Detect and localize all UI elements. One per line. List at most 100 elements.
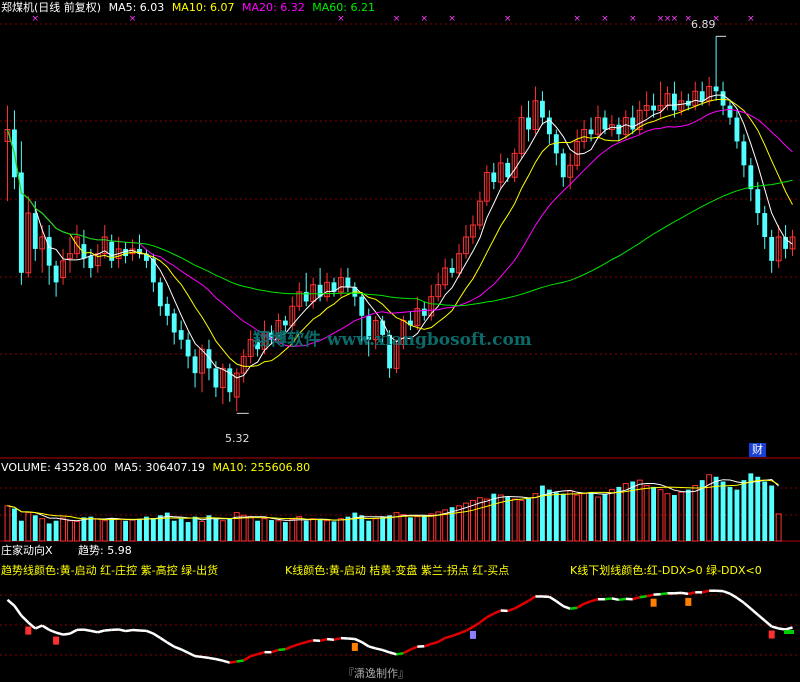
candle-body (18, 172, 24, 273)
trend-segment (375, 647, 383, 652)
indicator-name: 庄家动向X (1, 544, 53, 557)
kline-marker (469, 630, 476, 639)
volume-bar (275, 520, 282, 542)
trend-segment (278, 647, 286, 652)
trend-segment (514, 603, 523, 610)
volume-bar (560, 493, 566, 541)
signal-marker: × (129, 14, 137, 24)
trend-segment (507, 607, 516, 613)
trend-segment (326, 637, 335, 641)
trend-segment (152, 632, 161, 640)
trend-segment (34, 624, 43, 630)
volume-bar (671, 495, 677, 541)
volume-bar (338, 518, 344, 542)
trend-segment (493, 609, 502, 615)
trend-segment (570, 606, 578, 610)
trend-segment (722, 589, 731, 595)
trend-segment (118, 628, 126, 633)
trend-segment (250, 652, 258, 658)
candle-body (755, 189, 761, 214)
volume-bar (282, 522, 288, 541)
candle-body (762, 213, 768, 237)
volume-bar (199, 520, 205, 542)
trend-segment (361, 641, 370, 648)
volume-bar (46, 523, 52, 541)
volume-bar (261, 518, 268, 542)
signal-marker: × (573, 14, 581, 24)
trend-segment (555, 600, 564, 608)
trend-segment (750, 607, 759, 616)
volume-bar (67, 520, 73, 542)
volume-bar (588, 492, 594, 541)
legend-kline-colors: K线颜色:黄-启动 桔黄-变盘 紫兰-拐点 红-买点 (285, 564, 510, 577)
candle-body (213, 368, 219, 388)
candle-body (741, 141, 747, 166)
finance-badge[interactable]: 财 (749, 443, 766, 457)
volume-bar (664, 493, 671, 542)
trend-segment (681, 591, 689, 596)
trend-segment (354, 637, 363, 644)
trend-segment (180, 648, 189, 654)
candle-body (727, 105, 733, 118)
trend-segment (611, 597, 620, 602)
volume-bar (185, 522, 191, 541)
stock-chart-window: × × × × × × × × × × × × × × × × 郑煤机(日线 前复权) MA5: 6.03 M… (0, 0, 800, 682)
trend-segment (785, 626, 793, 631)
candle-body (734, 117, 740, 142)
signal-marker: × (393, 14, 401, 24)
candle-body (526, 117, 531, 130)
trend-segment (298, 640, 307, 646)
volume-title: VOLUME: 43528.00 (1, 461, 107, 474)
trend-segment (145, 629, 154, 635)
volume-bar (435, 511, 442, 542)
kline-marker (768, 630, 775, 639)
candle-body (602, 117, 608, 130)
ma60-value: MA60: 6.21 (312, 1, 375, 14)
volume-bar (81, 517, 87, 541)
trend-segment (222, 659, 231, 664)
trend-segment (104, 628, 112, 632)
legend-underline-colors: K线下划线颜色:红-DDX>0 绿-DDX<0 (570, 564, 762, 577)
volume-bar (39, 518, 46, 542)
trend-segment (590, 598, 599, 603)
volume-bar (317, 520, 323, 541)
volume-bar (741, 480, 747, 541)
trend-segment (48, 628, 57, 634)
volume-bar (414, 516, 421, 542)
kline-marker (25, 626, 32, 635)
trend-segment (527, 595, 537, 602)
volume-bar (567, 490, 574, 542)
trend-segment (465, 625, 474, 632)
volume-bar (74, 520, 80, 542)
candle-body (539, 100, 545, 118)
trend-segment (69, 628, 78, 635)
candle-body (616, 124, 622, 135)
volume-bar (247, 516, 254, 542)
volume-bar (227, 518, 233, 541)
volume-bar (101, 520, 108, 542)
volume-bar (456, 505, 462, 542)
volume-bar (213, 518, 219, 541)
legend-trend-colors: 趋势线颜色:黄-启动 红-庄控 紫-高控 绿-出货 (1, 564, 219, 577)
ma20-value: MA20: 6.32 (242, 1, 305, 14)
candle-body (421, 308, 427, 316)
signal-marker: × (31, 14, 39, 24)
kline-marker (351, 642, 358, 651)
signal-marker: × (448, 14, 456, 24)
trend-segment (763, 619, 773, 628)
trend-segment (215, 657, 224, 662)
trend-segment (423, 642, 432, 648)
kline-marker (685, 597, 692, 606)
candle-body (748, 165, 754, 190)
volume-bar (421, 515, 427, 541)
volume-bar (526, 497, 531, 541)
candle-body (282, 320, 288, 326)
volume-bar (18, 520, 24, 541)
volume-bar (129, 519, 136, 542)
trend-segment (472, 621, 481, 628)
volume-bar (372, 518, 379, 542)
trend-segment (208, 656, 217, 661)
volume-bar (727, 486, 733, 541)
trend-segment (166, 641, 175, 648)
candle-body (651, 105, 657, 111)
